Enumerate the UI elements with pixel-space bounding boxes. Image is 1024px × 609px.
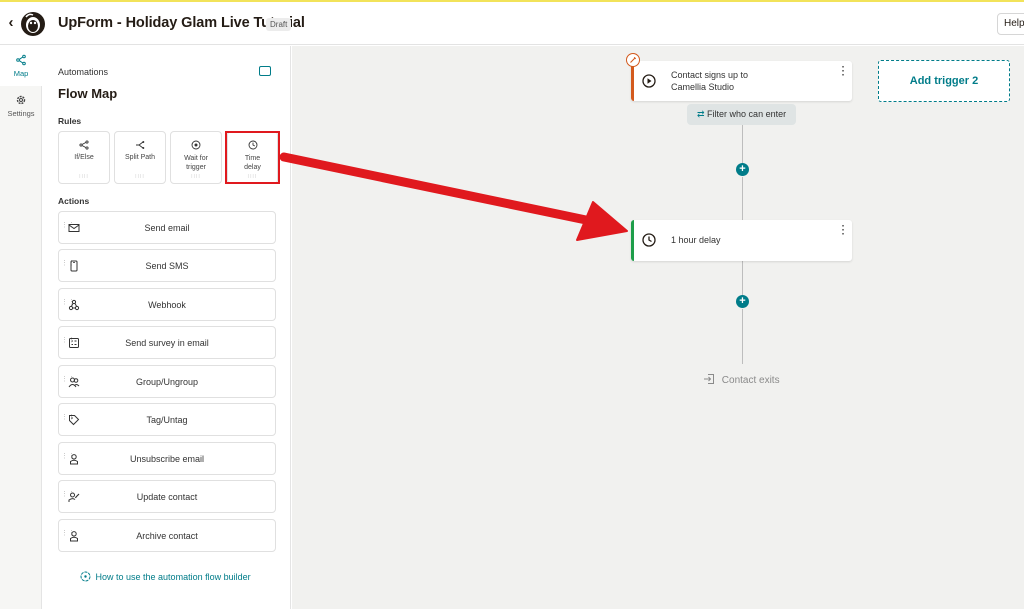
contact-exits: Contact exits bbox=[703, 373, 780, 386]
action-label: Tag/Untag bbox=[146, 415, 188, 425]
node-accent-bar bbox=[631, 61, 634, 101]
panel-toggle-icon[interactable] bbox=[259, 66, 271, 76]
rules-heading: Rules bbox=[58, 116, 82, 126]
gear-icon bbox=[16, 95, 26, 105]
delay-text: 1 hour delay bbox=[671, 235, 721, 245]
help-button[interactable]: Help bbox=[997, 13, 1024, 35]
action-tag-untag[interactable]: ⋮⋮ Tag/Untag bbox=[58, 403, 276, 436]
action-label: Send survey in email bbox=[125, 338, 209, 348]
flow-connector bbox=[742, 261, 743, 296]
action-send-email[interactable]: ⋮⋮ Send email bbox=[58, 211, 276, 244]
app-header: ‹ UpForm - Holiday Glam Live Tutorial Dr… bbox=[0, 2, 1024, 45]
filter-who-can-enter-button[interactable]: ⇄ Filter who can enter bbox=[687, 104, 797, 125]
action-archive-contact[interactable]: ⋮⋮ Archive contact bbox=[58, 519, 276, 552]
action-send-survey[interactable]: ⋮⋮ Send survey in email bbox=[58, 326, 276, 359]
trigger-text-line2: Camellia Studio bbox=[671, 82, 735, 92]
action-label: Group/Ungroup bbox=[135, 377, 199, 387]
help-link[interactable]: How to use the automation flow builder bbox=[80, 571, 251, 582]
status-badge: Draft bbox=[266, 18, 292, 31]
drag-handle-icon[interactable]: ∷∷ bbox=[115, 173, 165, 180]
drag-handle-icon[interactable]: ∷∷ bbox=[171, 173, 221, 180]
rule-label: Split Path bbox=[125, 154, 155, 161]
rule-card-split-path[interactable]: Split Path ∷∷ bbox=[114, 131, 166, 184]
rule-label: If/Else bbox=[74, 154, 94, 161]
action-update-contact[interactable]: ⋮⋮ Update contact bbox=[58, 480, 276, 513]
action-label: Send email bbox=[144, 223, 190, 233]
flow-connector bbox=[742, 309, 743, 364]
rail-item-label: Map bbox=[13, 69, 29, 78]
action-group-ungroup[interactable]: ⋮⋮ Group/Ungroup bbox=[58, 365, 276, 398]
rule-card-wait-for-trigger[interactable]: Wait for trigger ∷∷ bbox=[170, 131, 222, 184]
exit-label-text: Contact exits bbox=[721, 375, 780, 386]
rail-item-map[interactable]: Map bbox=[0, 46, 42, 86]
action-unsubscribe-email[interactable]: ⋮⋮ Unsubscribe email bbox=[58, 442, 276, 475]
trigger-node[interactable]: Contact signs up to Camellia Studio · · · bbox=[631, 61, 852, 101]
more-options-icon[interactable]: · · · bbox=[842, 222, 845, 240]
rail-item-settings[interactable]: Settings bbox=[0, 86, 42, 126]
exit-icon bbox=[704, 374, 714, 384]
action-label: Send SMS bbox=[145, 261, 189, 271]
branch-icon bbox=[79, 140, 89, 150]
more-options-icon[interactable]: · · · bbox=[842, 63, 845, 81]
add-step-button[interactable]: + bbox=[736, 295, 749, 308]
clock-icon bbox=[642, 233, 656, 247]
action-label: Archive contact bbox=[136, 531, 198, 541]
filter-label: Filter who can enter bbox=[707, 109, 787, 119]
rule-card-if-else[interactable]: If/Else ∷∷ bbox=[58, 131, 110, 184]
split-icon bbox=[136, 141, 145, 149]
edit-pencil-icon[interactable] bbox=[626, 53, 640, 67]
mailchimp-logo-icon bbox=[21, 12, 45, 36]
add-step-button[interactable]: + bbox=[736, 163, 749, 176]
node-accent-bar bbox=[631, 220, 634, 261]
add-trigger-button[interactable]: Add trigger 2 bbox=[878, 60, 1010, 102]
rail-item-label: Settings bbox=[7, 109, 35, 118]
back-button[interactable]: ‹ bbox=[4, 14, 18, 31]
action-send-sms[interactable]: ⋮⋮ Send SMS bbox=[58, 249, 276, 282]
trigger-text-line1: Contact signs up to bbox=[671, 70, 749, 80]
action-label: Webhook bbox=[148, 300, 186, 310]
breadcrumb[interactable]: Automations bbox=[58, 67, 108, 77]
help-circle-icon bbox=[80, 571, 91, 582]
help-link-label: How to use the automation flow builder bbox=[95, 572, 251, 582]
branch-icon bbox=[16, 54, 26, 66]
filter-icon: ⇄ bbox=[697, 109, 708, 119]
action-webhook[interactable]: ⋮⋮ Webhook bbox=[58, 288, 276, 321]
action-label: Unsubscribe email bbox=[129, 454, 205, 464]
flow-canvas[interactable]: Contact signs up to Camellia Studio · · · … bbox=[292, 46, 1024, 609]
time-delay-node[interactable]: 1 hour delay · · · bbox=[631, 220, 852, 261]
actions-heading: Actions bbox=[58, 196, 90, 206]
panel-title: Flow Map bbox=[58, 86, 118, 101]
wait-icon bbox=[191, 140, 201, 150]
left-rail: Map Settings bbox=[0, 46, 42, 609]
annotation-highlight-box bbox=[225, 131, 280, 184]
flow-connector bbox=[742, 177, 743, 220]
action-label: Update contact bbox=[136, 492, 198, 502]
play-icon bbox=[642, 74, 656, 88]
rule-label: Wait for trigger bbox=[184, 155, 208, 171]
flow-map-panel: Automations Flow Map Rules If/Else ∷∷ Sp… bbox=[42, 46, 291, 609]
drag-handle-icon[interactable]: ∷∷ bbox=[59, 173, 109, 180]
flow-connector bbox=[742, 124, 743, 164]
